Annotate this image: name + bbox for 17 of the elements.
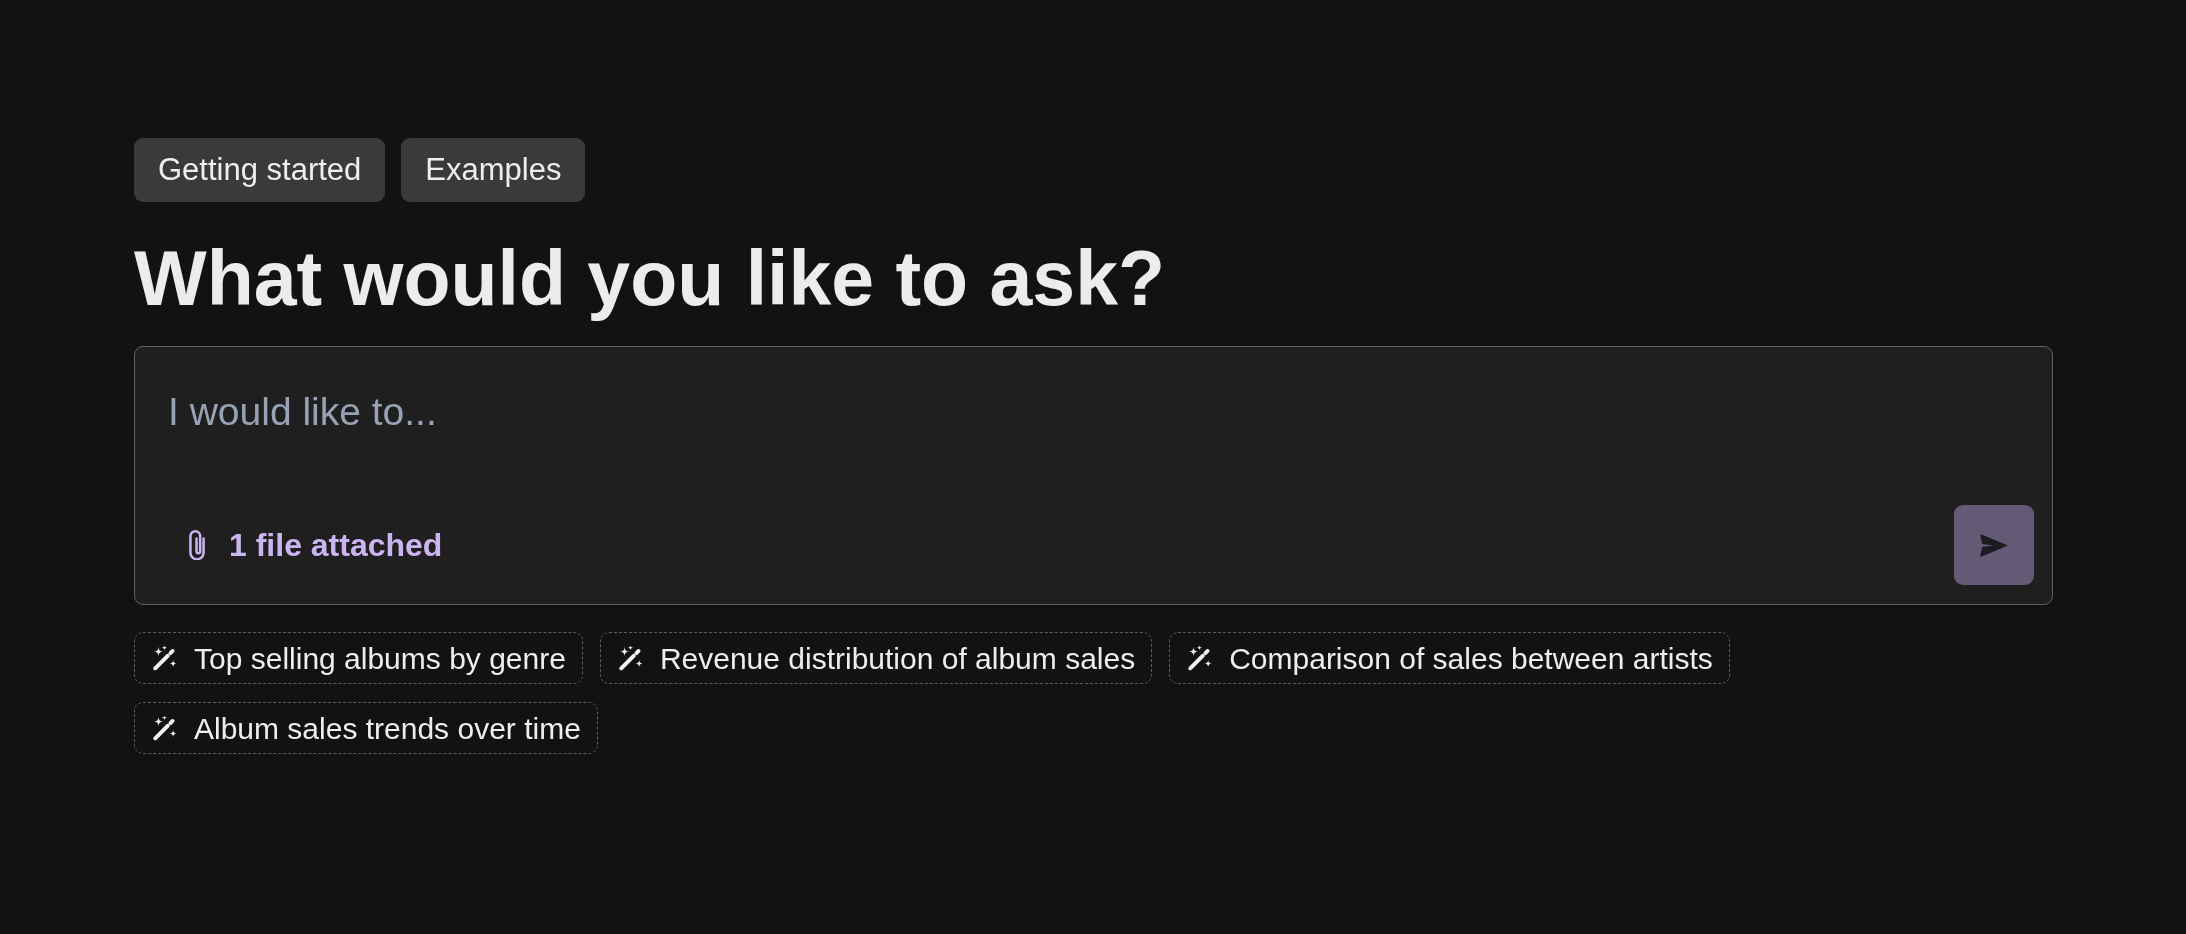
attachment-button[interactable]: 1 file attached (173, 513, 459, 578)
suggestion-chip[interactable]: Comparison of sales between artists (1169, 632, 1730, 685)
nav-button[interactable]: Examples (401, 138, 586, 202)
nav-button[interactable]: Getting started (134, 138, 386, 202)
prompt-input-box[interactable]: I would like to... 1 file attached (134, 346, 2053, 606)
send-button[interactable] (1954, 505, 2034, 586)
magic-wand-icon (152, 645, 178, 672)
send-icon (1979, 532, 2009, 558)
suggestion-chip[interactable]: Album sales trends over time (134, 702, 598, 755)
paperclip-icon (189, 530, 205, 561)
suggestion-chip[interactable]: Revenue distribution of album sales (599, 632, 1153, 685)
magic-wand-icon (617, 645, 644, 672)
magic-wand-icon (152, 715, 178, 742)
page-heading: What would you like to ask? (134, 234, 1167, 323)
magic-wand-icon (1187, 645, 1214, 672)
prompt-field[interactable]: I would like to... (153, 365, 2034, 505)
suggestion-chip[interactable]: Top selling albums by genre (134, 632, 583, 685)
